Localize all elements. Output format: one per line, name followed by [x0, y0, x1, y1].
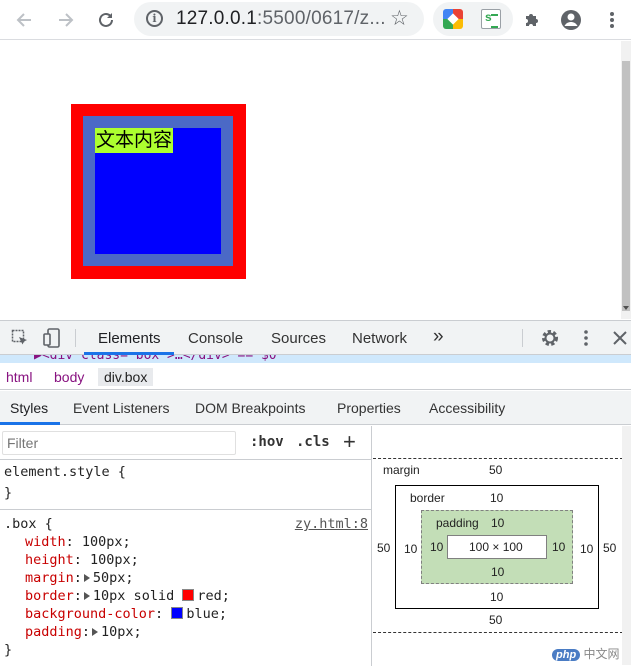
- breadcrumb-body[interactable]: body: [48, 368, 90, 386]
- box-padding: 文本内容: [83, 116, 233, 266]
- box-rule: .box { zy.html:8 width: 100px; height: 1…: [0, 511, 372, 666]
- browser-toolbar: i 127.0.0.1:5500/0617/z... ☆: [0, 0, 631, 40]
- declaration-background-color[interactable]: background-color: blue;: [25, 606, 227, 622]
- filter-row: :hov .cls +: [0, 426, 372, 460]
- breadcrumb-div-box[interactable]: div.box: [98, 368, 154, 386]
- scroll-down-icon[interactable]: [623, 306, 629, 310]
- box-model-padding[interactable]: padding 10 10 10 10 100 × 100: [421, 510, 573, 584]
- more-icon[interactable]: [598, 6, 626, 34]
- border-bottom-value[interactable]: 10: [490, 590, 503, 604]
- address-bar[interactable]: i 127.0.0.1:5500/0617/z... ☆: [134, 2, 424, 36]
- url-text: 127.0.0.1:5500/0617/z...: [176, 8, 386, 29]
- cls-toggle[interactable]: .cls: [296, 434, 330, 450]
- tab-styles[interactable]: Styles: [10, 400, 48, 416]
- divider: [75, 329, 76, 347]
- border-left-value[interactable]: 10: [404, 542, 417, 556]
- star-icon[interactable]: ☆: [390, 6, 409, 31]
- reload-icon[interactable]: [92, 6, 120, 34]
- border-label: border: [410, 491, 445, 505]
- dom-tree-selected-line[interactable]: ▶<div class="box">…</div> == $0: [0, 355, 631, 363]
- watermark-text: 中文网: [583, 647, 620, 661]
- box-content: 文本内容: [95, 128, 221, 254]
- border-top-value[interactable]: 10: [490, 491, 503, 505]
- tab-properties[interactable]: Properties: [337, 400, 401, 416]
- page-scrollbar[interactable]: [621, 41, 631, 319]
- border-right-value[interactable]: 10: [580, 542, 593, 556]
- margin-label: margin: [383, 463, 420, 477]
- padding-left-value[interactable]: 10: [430, 540, 443, 554]
- watermark-logo: php: [552, 649, 581, 661]
- extension-icon[interactable]: [443, 9, 463, 29]
- active-subtab-indicator: [0, 422, 60, 425]
- declaration-padding[interactable]: padding: 10px;: [25, 624, 142, 640]
- declaration-margin[interactable]: margin: 50px;: [25, 570, 134, 586]
- more-tabs-icon[interactable]: »: [433, 326, 444, 348]
- info-icon[interactable]: i: [146, 10, 163, 27]
- tab-accessibility[interactable]: Accessibility: [429, 400, 505, 416]
- filter-input[interactable]: [2, 431, 236, 455]
- profile-icon[interactable]: [557, 6, 585, 34]
- extensions-group: [433, 2, 513, 36]
- padding-label: padding: [436, 516, 479, 530]
- close-icon[interactable]: [608, 326, 631, 350]
- new-rule-icon[interactable]: +: [343, 429, 356, 455]
- padding-bottom-value[interactable]: 10: [491, 565, 504, 579]
- device-toolbar-icon[interactable]: [40, 326, 64, 350]
- box-text: 文本内容: [95, 128, 174, 153]
- styles-scrollbar[interactable]: [622, 426, 631, 665]
- padding-right-value[interactable]: 10: [552, 540, 565, 554]
- devtools-tabbar: Elements Console Sources Network »: [0, 321, 631, 355]
- close-brace: }: [4, 485, 13, 501]
- sidebar-tabbar: Styles Event Listeners DOM Breakpoints P…: [0, 391, 631, 425]
- back-icon[interactable]: [10, 6, 38, 34]
- box-model-border[interactable]: border 10 10 10 10 padding 10 10 10 10 1…: [395, 485, 599, 609]
- box-model-pane: margin 50 50 50 50 border 10 10 10 10 pa…: [373, 426, 631, 666]
- tab-dom-breakpoints[interactable]: DOM Breakpoints: [195, 400, 305, 416]
- declaration-border[interactable]: border: 10px solid red;: [25, 588, 230, 604]
- inspect-icon[interactable]: [8, 326, 32, 350]
- margin-bottom-value[interactable]: 50: [489, 613, 502, 627]
- page-viewport: 文本内容: [0, 41, 621, 319]
- element-style-selector[interactable]: element.style {: [4, 464, 126, 480]
- devtools-panel: Elements Console Sources Network » ▶<div…: [0, 320, 631, 666]
- tab-console[interactable]: Console: [188, 330, 243, 347]
- gear-icon[interactable]: [538, 326, 562, 350]
- expand-icon[interactable]: [83, 592, 90, 600]
- tab-network[interactable]: Network: [352, 330, 407, 347]
- box-model-content[interactable]: 100 × 100: [447, 535, 547, 559]
- expand-icon[interactable]: [92, 628, 99, 636]
- color-swatch-red[interactable]: [182, 589, 195, 601]
- declaration-height[interactable]: height: 100px;: [25, 552, 139, 568]
- breadcrumb: html body div.box: [0, 364, 631, 390]
- margin-top-value[interactable]: 50: [489, 463, 502, 477]
- tab-sources[interactable]: Sources: [271, 330, 326, 347]
- declaration-width[interactable]: width: 100px;: [25, 534, 131, 550]
- expand-icon[interactable]: [83, 574, 90, 582]
- box-model-margin[interactable]: margin 50 50 50 50 border 10 10 10 10 pa…: [373, 458, 623, 633]
- divider: [522, 329, 523, 347]
- margin-right-value[interactable]: 50: [603, 541, 616, 555]
- forward-icon[interactable]: [52, 6, 80, 34]
- padding-top-value[interactable]: 10: [491, 516, 504, 530]
- puzzle-icon[interactable]: [518, 6, 546, 34]
- element-style-rule: element.style { }: [0, 462, 372, 510]
- breadcrumb-html[interactable]: html: [0, 368, 38, 386]
- margin-left-value[interactable]: 50: [377, 541, 390, 555]
- dom-line-text: ▶<div class="box">…</div> == $0: [34, 355, 277, 363]
- tab-elements[interactable]: Elements: [98, 330, 161, 347]
- close-brace: }: [4, 642, 13, 658]
- color-swatch-blue[interactable]: [171, 607, 184, 619]
- scrollbar-thumb[interactable]: [622, 61, 630, 311]
- rule-source-link[interactable]: zy.html:8: [295, 516, 368, 532]
- watermark: php 中文网: [552, 645, 620, 662]
- content-size-value[interactable]: 100 × 100: [469, 540, 523, 554]
- hov-toggle[interactable]: :hov: [250, 434, 284, 450]
- extension-sheet-icon[interactable]: [481, 9, 501, 29]
- styles-pane: :hov .cls + element.style { } .box { zy.…: [0, 426, 372, 666]
- box-border: 文本内容: [71, 104, 246, 279]
- tab-event-listeners[interactable]: Event Listeners: [73, 400, 170, 416]
- devtools-menu-icon[interactable]: [574, 326, 598, 350]
- rule-selector[interactable]: .box {: [4, 516, 53, 532]
